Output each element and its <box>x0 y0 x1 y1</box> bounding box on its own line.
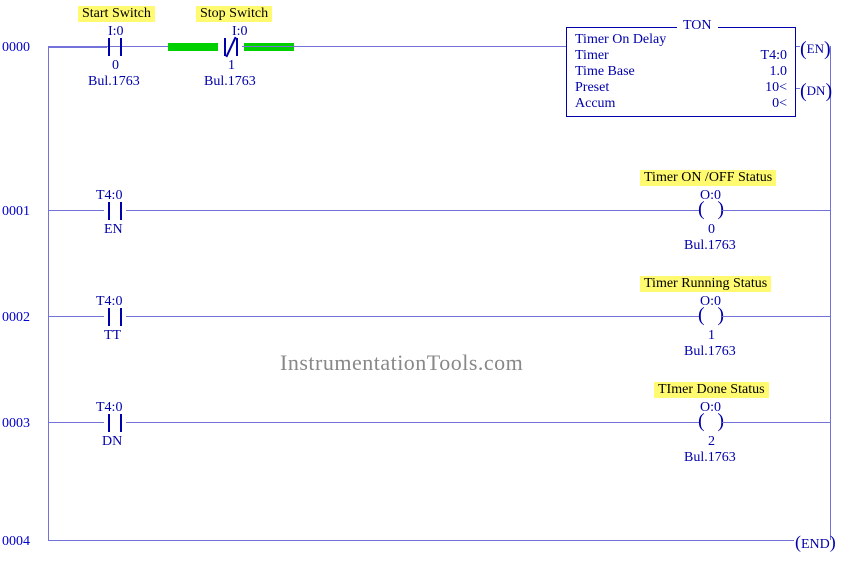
ton-instruction-block: TON Timer On Delay TimerT4:0 Time Base1.… <box>566 27 796 117</box>
output-bul: Bul.1763 <box>684 450 736 466</box>
rung-number: 0002 <box>2 310 30 326</box>
ton-row-label: Preset <box>575 80 609 96</box>
contact-no-icon <box>104 308 126 326</box>
rung-wire <box>126 210 700 211</box>
output-label: TImer Done Status <box>654 382 769 398</box>
left-rail <box>48 46 49 540</box>
output-bul: Bul.1763 <box>684 238 736 254</box>
ton-row-label: Time Base <box>575 64 635 80</box>
ton-row-val: 1.0 <box>770 64 788 80</box>
rung-number: 0004 <box>2 534 30 550</box>
output-coil-icon: () <box>700 202 722 220</box>
rung-wire <box>48 540 794 541</box>
ton-row-val: 10< <box>765 80 787 96</box>
contact-sub: DN <box>102 434 122 450</box>
watermark-text: InstrumentationTools.com <box>280 350 523 376</box>
ton-title: TON <box>677 18 718 34</box>
start-bul: Bul.1763 <box>88 74 140 90</box>
start-contact-no-icon <box>104 38 126 56</box>
rung-number: 0001 <box>2 204 30 220</box>
rung-wire <box>722 316 830 317</box>
en-coil: (EN) <box>800 38 831 61</box>
output-bit: 2 <box>708 434 715 450</box>
right-rail <box>830 46 831 540</box>
output-label: Timer Running Status <box>640 276 771 292</box>
contact-sub: EN <box>104 222 123 238</box>
rung-wire <box>49 47 107 48</box>
ton-row-val: T4:0 <box>761 48 787 64</box>
stop-bit: 1 <box>228 58 235 74</box>
end-instruction: (END) <box>795 532 836 553</box>
rung-wire <box>722 210 830 211</box>
output-coil-icon: () <box>700 414 722 432</box>
ton-line1: Timer On Delay <box>575 32 787 48</box>
output-bit: 0 <box>708 222 715 238</box>
rung-wire <box>126 422 700 423</box>
contact-no-icon <box>104 414 126 432</box>
rung-wire <box>48 210 104 211</box>
rung-number: 0003 <box>2 416 30 432</box>
rung-wire <box>48 422 104 423</box>
output-bit: 1 <box>708 328 715 344</box>
contact-sub: TT <box>104 328 121 344</box>
stop-contact-nc-icon <box>220 38 242 56</box>
rung-wire <box>126 316 700 317</box>
start-bit: 0 <box>112 58 119 74</box>
rung-wire <box>48 316 104 317</box>
rung-wire <box>722 422 830 423</box>
output-label: Timer ON /OFF Status <box>640 170 776 186</box>
energized-indicator <box>168 43 218 51</box>
ton-row-label: Accum <box>575 96 615 112</box>
energized-indicator <box>244 43 294 51</box>
stop-bul: Bul.1763 <box>204 74 256 90</box>
rung-wire <box>242 46 566 47</box>
output-bul: Bul.1763 <box>684 344 736 360</box>
ton-row-label: Timer <box>575 48 609 64</box>
ton-row-val: 0< <box>772 96 787 112</box>
output-coil-icon: () <box>700 308 722 326</box>
stop-switch-label: Stop Switch <box>196 6 272 22</box>
start-switch-label: Start Switch <box>78 6 155 22</box>
dn-coil: (DN) <box>800 80 832 103</box>
contact-no-icon <box>104 202 126 220</box>
rung-number: 0000 <box>2 40 30 56</box>
